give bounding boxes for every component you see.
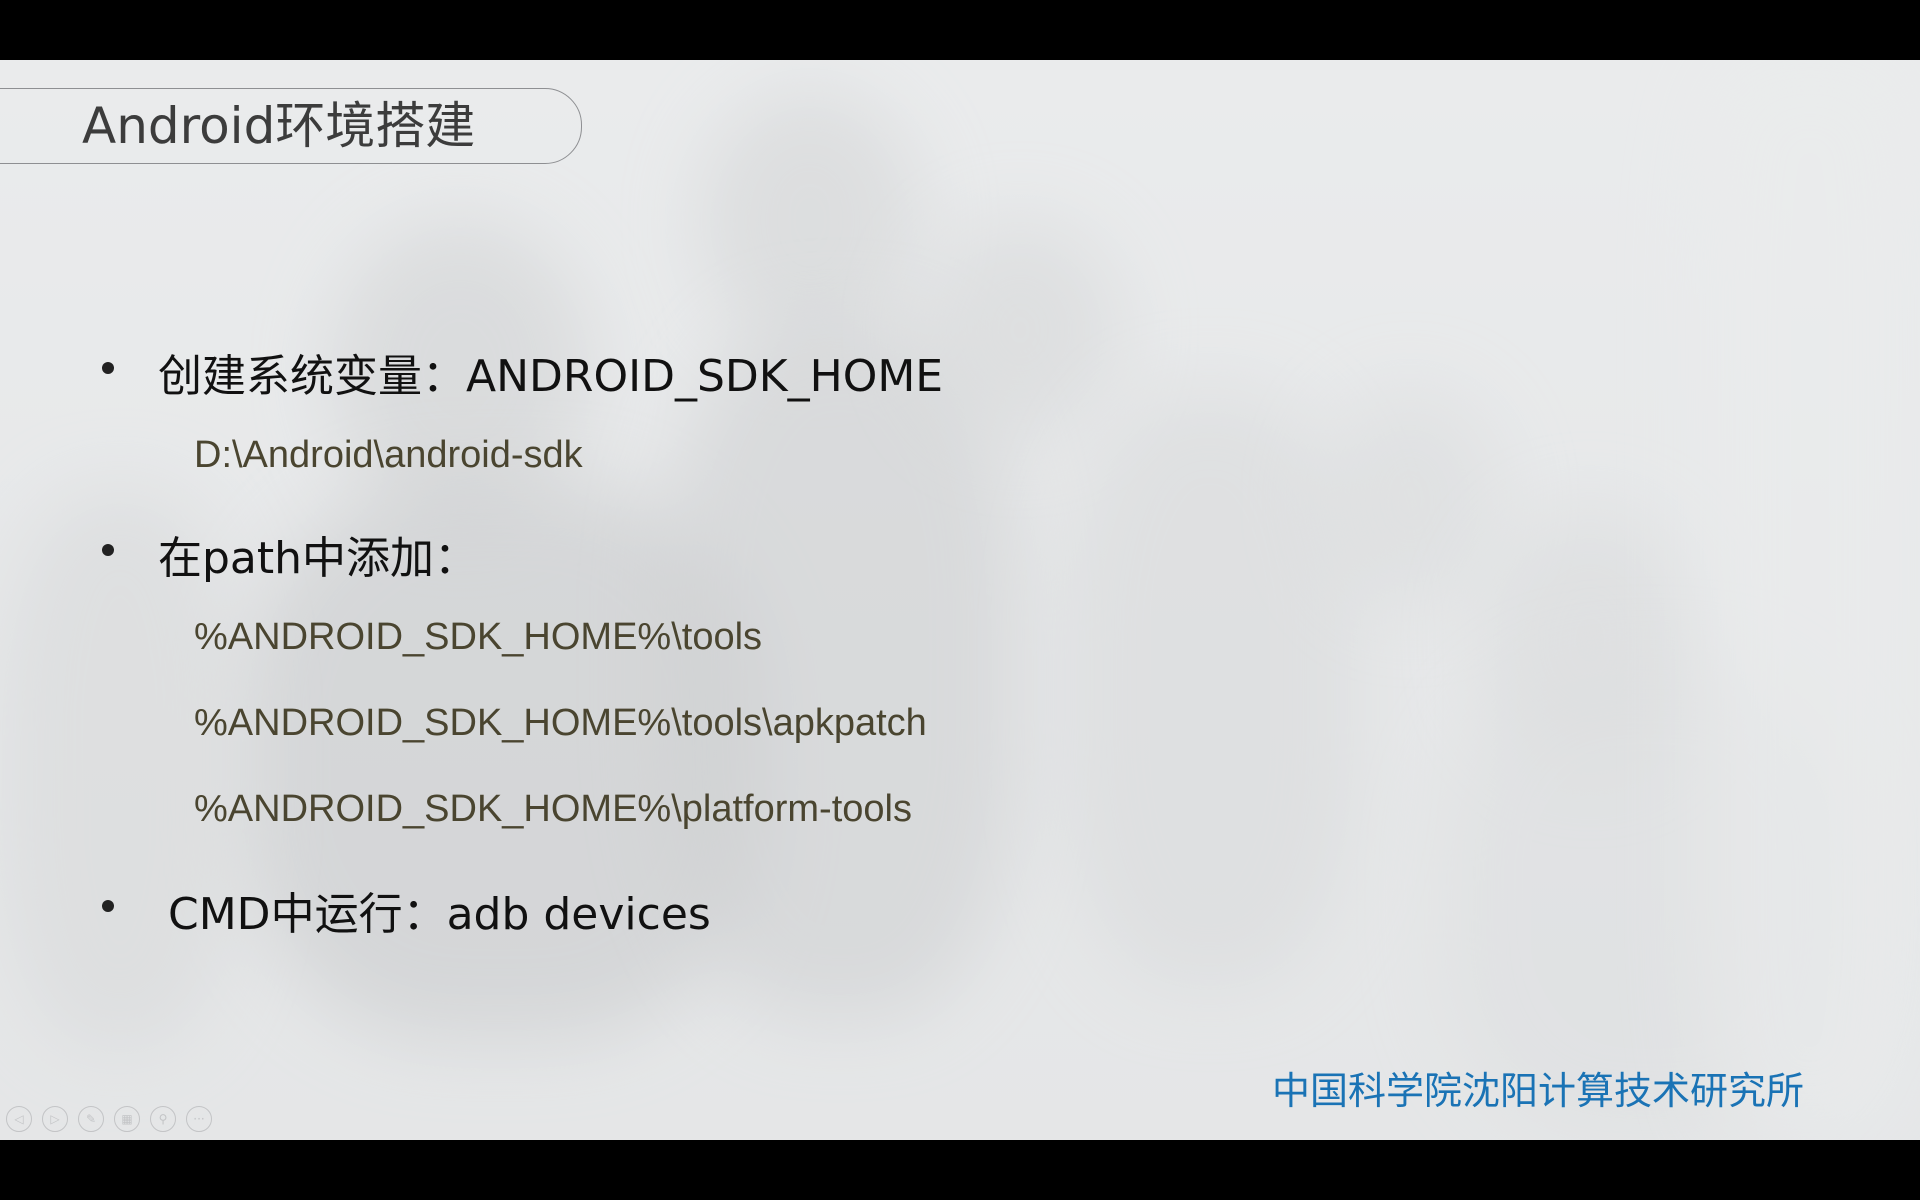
pen-tool-button[interactable]: ✎ [78, 1106, 104, 1132]
zoom-button[interactable]: ⚲ [150, 1106, 176, 1132]
letterbox-bottom [0, 1140, 1920, 1200]
sub-item-sdk-path: D:\Android\android-sdk [194, 434, 583, 476]
slide-title: Android环境搭建 [82, 97, 476, 155]
bullet-item-2: 在path中添加： [158, 533, 479, 584]
bullet-dot [102, 362, 114, 374]
bullet-item-1: 创建系统变量：ANDROID_SDK_HOME [158, 351, 944, 402]
sub-item-apkpatch: %ANDROID_SDK_HOME%\tools\apkpatch [194, 702, 927, 744]
background-veil [0, 60, 1920, 1140]
pen-icon: ✎ [85, 1112, 97, 1126]
more-icon: ··· [193, 1112, 205, 1126]
organization-name: 中国科学院沈阳计算技术研究所 [1272, 1069, 1805, 1113]
arrow-right-icon: ▷ [50, 1112, 60, 1126]
slide: Android环境搭建 创建系统变量：ANDROID_SDK_HOME D:\A… [0, 60, 1920, 1140]
letterbox-top [0, 0, 1920, 60]
bullet-dot [102, 900, 114, 912]
sub-item-tools: %ANDROID_SDK_HOME%\tools [194, 616, 763, 658]
previous-slide-button[interactable]: ◁ [6, 1106, 32, 1132]
magnifier-icon: ⚲ [158, 1112, 168, 1126]
next-slide-button[interactable]: ▷ [42, 1106, 68, 1132]
sub-item-platform-tools: %ANDROID_SDK_HOME%\platform-tools [194, 788, 912, 830]
arrow-left-icon: ◁ [14, 1112, 24, 1126]
bullet-dot [102, 544, 114, 556]
see-all-slides-button[interactable]: ▦ [114, 1106, 140, 1132]
more-options-button[interactable]: ··· [186, 1106, 212, 1132]
bullet-item-3: CMD中运行：adb devices [168, 889, 711, 940]
grid-icon: ▦ [121, 1112, 133, 1126]
slideshow-controls: ◁ ▷ ✎ ▦ ⚲ ··· [6, 1106, 212, 1132]
